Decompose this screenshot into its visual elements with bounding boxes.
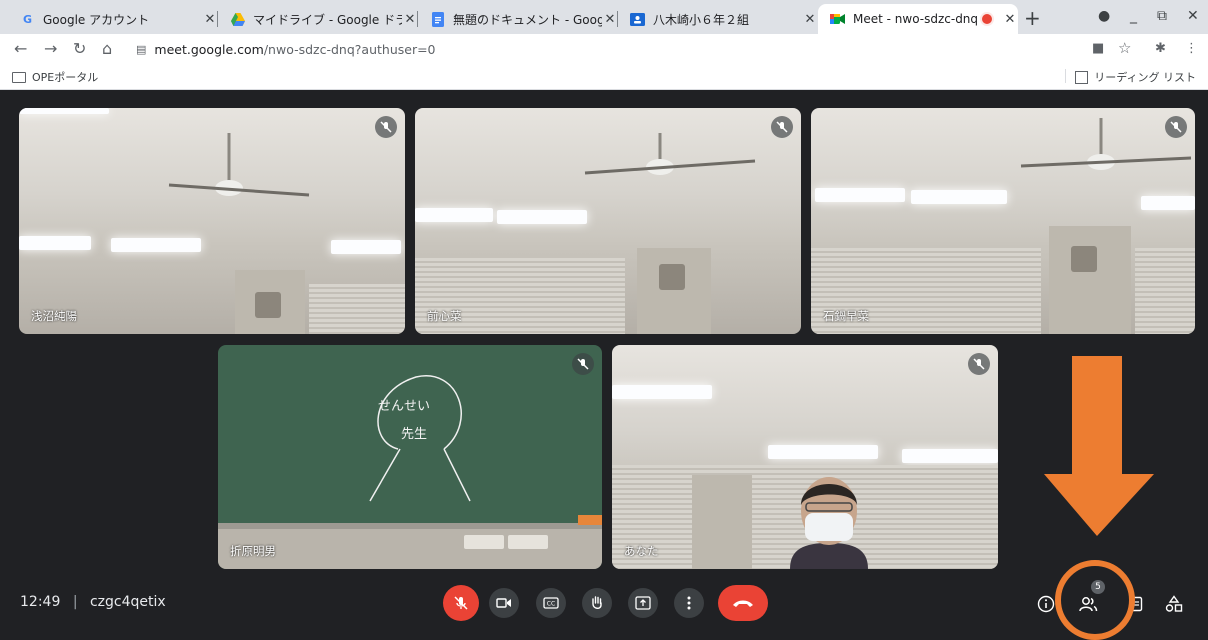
close-tab-icon[interactable]: ✕ xyxy=(1002,12,1018,27)
mic-off-icon xyxy=(968,353,990,375)
close-tab-icon[interactable]: ✕ xyxy=(202,12,218,27)
tab-drive[interactable]: マイドライブ - Google ドラ ✕ xyxy=(218,4,418,34)
chalk-text-line1: せんせい xyxy=(378,399,431,414)
participant-name: 浅沼純陽 xyxy=(31,309,77,323)
svg-text:CC: CC xyxy=(547,601,555,608)
reload-icon[interactable]: ↻ xyxy=(73,39,86,58)
reading-list-button[interactable]: リーディング リスト xyxy=(1065,69,1196,85)
mic-off-icon xyxy=(454,596,468,610)
mic-off-icon xyxy=(572,353,594,375)
tab-strip: G Google アカウント ✕ マイドライブ - Google ドラ ✕ 無題… xyxy=(0,0,1208,34)
tab-docs[interactable]: 無題のドキュメント - Googl ✕ xyxy=(418,4,618,34)
bookmark-folder-ope[interactable]: OPEポータル xyxy=(12,69,98,85)
bookmark-star-icon[interactable]: ☆ xyxy=(1118,39,1131,57)
meeting-details: 12:49 | czgc4qetix xyxy=(20,594,166,610)
forward-icon[interactable]: → xyxy=(44,39,57,58)
more-options-button[interactable] xyxy=(674,588,704,618)
camera-toggle-button[interactable] xyxy=(489,588,519,618)
recording-dot-icon xyxy=(980,12,994,26)
camera-icon xyxy=(496,598,511,608)
annotation-circle xyxy=(1055,560,1135,640)
close-tab-icon[interactable]: ✕ xyxy=(802,12,818,27)
meeting-time: 12:49 xyxy=(20,594,61,610)
classroom-icon xyxy=(630,12,645,27)
address-bar[interactable]: ▤ meet.google.com/nwo-sdzc-dnq?authuser=… xyxy=(136,39,436,59)
present-screen-button[interactable] xyxy=(628,588,658,618)
captions-button[interactable]: CC xyxy=(536,588,566,618)
present-icon xyxy=(635,596,651,610)
end-call-icon xyxy=(733,600,753,607)
google-g-icon: G xyxy=(22,12,33,26)
close-tab-icon[interactable]: ✕ xyxy=(402,12,418,27)
home-icon[interactable]: ⌂ xyxy=(102,39,112,58)
meeting-code: czgc4qetix xyxy=(89,594,166,610)
activities-button[interactable] xyxy=(1162,592,1186,616)
chrome-menu-icon[interactable]: ⋮ xyxy=(1185,41,1198,56)
mic-off-icon xyxy=(1165,116,1187,138)
close-tab-icon[interactable]: ✕ xyxy=(602,12,618,27)
site-info-icon[interactable]: ▤ xyxy=(136,43,146,56)
participant-name: あなた xyxy=(624,544,659,558)
profile-icon[interactable]: ● xyxy=(1098,8,1110,24)
minimize-button[interactable]: _ xyxy=(1130,8,1137,24)
participant-tile[interactable]: 石鍋早菜 xyxy=(811,108,1195,334)
drive-icon xyxy=(230,12,245,27)
participant-name: 前心菜 xyxy=(427,309,462,323)
meet-icon xyxy=(830,12,845,27)
back-icon[interactable]: ← xyxy=(14,39,27,58)
close-window-button[interactable]: ✕ xyxy=(1187,8,1199,24)
restore-button[interactable]: ⧉ xyxy=(1157,8,1167,24)
mic-toggle-button[interactable] xyxy=(443,585,479,621)
bookmarks-bar: OPEポータル リーディング リスト xyxy=(0,64,1208,90)
extensions-icon[interactable]: ✱ xyxy=(1155,41,1166,56)
annotation-arrow xyxy=(1044,356,1154,536)
leave-call-button[interactable] xyxy=(718,585,768,621)
self-person xyxy=(790,477,868,569)
raise-hand-button[interactable] xyxy=(582,588,612,618)
mic-off-icon xyxy=(771,116,793,138)
tab-meet[interactable]: Meet - nwo-sdzc-dnq ✕ xyxy=(818,4,1018,34)
participant-tile[interactable]: 前心菜 xyxy=(415,108,801,334)
folder-icon xyxy=(12,71,26,83)
docs-icon xyxy=(430,11,445,27)
self-tile[interactable]: あなた xyxy=(612,345,998,569)
chalk-text-line2: 先生 xyxy=(401,427,428,442)
activities-icon xyxy=(1165,595,1183,612)
hand-icon xyxy=(592,596,602,609)
camera-in-use-icon[interactable]: ■ xyxy=(1092,41,1104,56)
tab-classroom[interactable]: 八木崎小６年２組 ✕ xyxy=(618,4,818,34)
tab-google-account[interactable]: G Google アカウント ✕ xyxy=(8,4,218,34)
participant-name: 折原明男 xyxy=(230,544,276,558)
participant-tile[interactable]: 浅沼純陽 xyxy=(19,108,405,334)
browser-toolbar: ← → ↻ ⌂ ▤ meet.google.com/nwo-sdzc-dnq?a… xyxy=(0,34,1208,64)
new-tab-button[interactable]: + xyxy=(1024,6,1041,30)
participant-name: 石鍋早菜 xyxy=(823,309,869,323)
captions-icon: CC xyxy=(543,597,559,609)
info-icon xyxy=(1037,595,1055,613)
reading-list-icon xyxy=(1075,70,1089,84)
mic-off-icon xyxy=(375,116,397,138)
participant-tile[interactable]: せんせい 先生 折原明男 xyxy=(218,345,602,569)
more-vert-icon xyxy=(687,596,691,610)
